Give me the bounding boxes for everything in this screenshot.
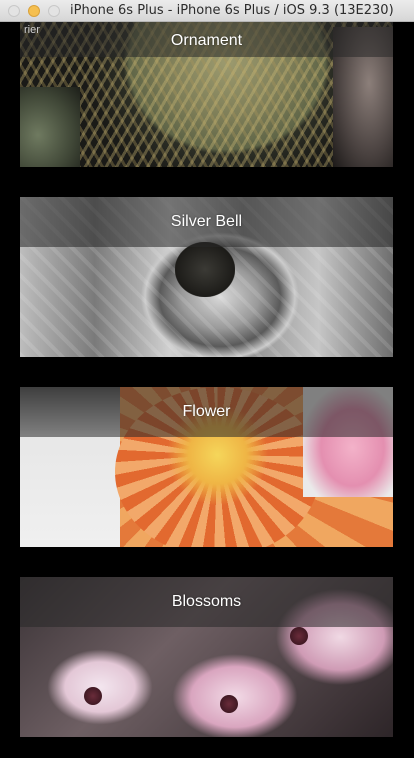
minimize-window-button[interactable] xyxy=(28,5,40,17)
card-silver-bell[interactable]: Silver Bell xyxy=(20,197,393,357)
blossom-center xyxy=(84,687,102,705)
card-label: Blossoms xyxy=(171,593,242,610)
app-screen: rier Ornament Silver Bell Flower Blossom… xyxy=(0,22,414,758)
card-label: Flower xyxy=(182,403,231,420)
window-title: iPhone 6s Plus - iPhone 6s Plus / iOS 9.… xyxy=(70,3,394,18)
blossom-center xyxy=(290,627,308,645)
simulator-title-bar: iPhone 6s Plus - iPhone 6s Plus / iOS 9.… xyxy=(0,0,414,22)
zoom-window-button[interactable] xyxy=(48,5,60,17)
card-label: Ornament xyxy=(170,32,243,49)
card-flower[interactable]: Flower xyxy=(20,387,393,547)
card-label: Silver Bell xyxy=(170,213,243,230)
blossom-center xyxy=(220,695,238,713)
status-carrier: rier xyxy=(24,24,40,36)
close-window-button[interactable] xyxy=(8,5,20,17)
card-blossoms[interactable]: Blossoms xyxy=(20,577,393,737)
card-ornament[interactable]: Ornament xyxy=(20,22,393,167)
